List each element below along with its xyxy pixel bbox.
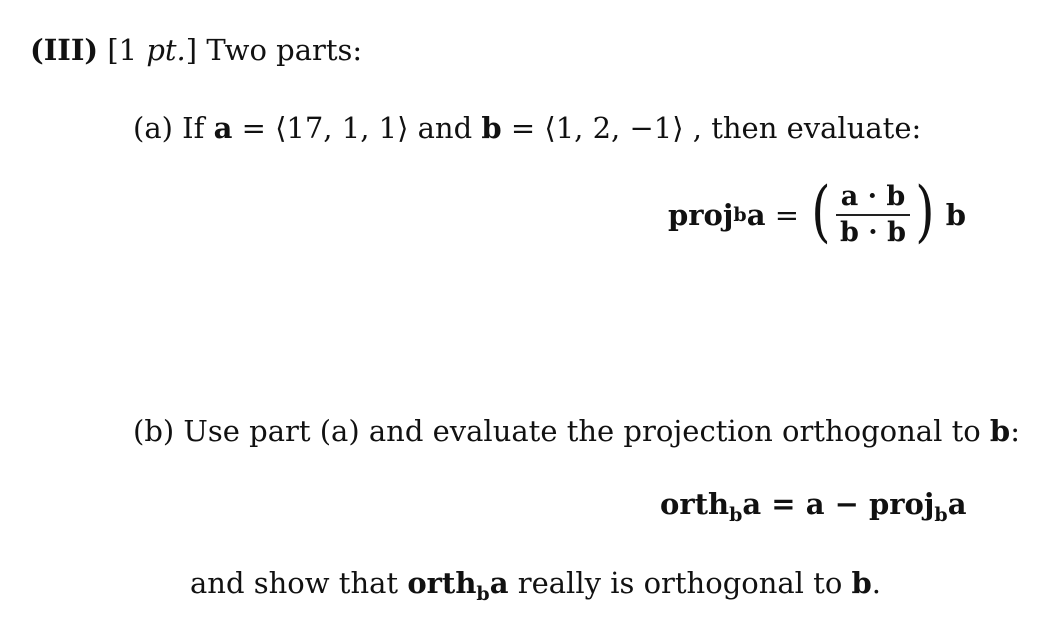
proj-subscript: b	[733, 204, 747, 227]
part-b-statement: (b) Use part (a) and evaluate the projec…	[133, 417, 1020, 446]
proj-vector: a	[746, 198, 766, 233]
problem-title: Two parts:	[197, 33, 363, 67]
problem-heading: (III) [1 pt.] Two parts:	[30, 36, 362, 65]
vector-a-value: = ⟨17, 1, 1⟩	[232, 111, 409, 145]
paren-open: (	[811, 173, 831, 251]
fraction-denominator: b · b	[840, 217, 906, 249]
fraction-numerator: a · b	[840, 181, 906, 212]
part-a-and: and	[408, 111, 482, 145]
problem-number: (III)	[30, 33, 99, 67]
equals-sign: =	[765, 198, 809, 233]
orth-subscript: b	[729, 504, 743, 526]
part-b-text: Use part (a) and evaluate the projection…	[174, 414, 990, 448]
vector-b-value: = ⟨1, 2, −1⟩	[501, 111, 684, 145]
show-text-mid: really is orthogonal to	[508, 566, 852, 600]
proj-vector: a	[947, 487, 967, 521]
vector-b: b	[851, 566, 872, 600]
points-unit: pt.	[146, 33, 186, 67]
vector-a: a	[213, 111, 233, 145]
proj-subscript: b	[934, 504, 948, 526]
orth-operator: orth	[407, 566, 477, 600]
points-open: [1	[107, 33, 147, 67]
proj-operator: proj	[668, 198, 734, 233]
fraction-bar	[836, 214, 910, 217]
orthogonal-formula: orthba = a − projba	[660, 490, 966, 525]
show-statement: and show that orthba really is orthogona…	[190, 569, 881, 604]
show-period: .	[871, 566, 882, 600]
proj-operator: proj	[868, 487, 935, 521]
projection-formula: proj b a = ( a · b b · b ) b	[668, 179, 966, 249]
part-b-colon: :	[1010, 414, 1020, 448]
show-text-start: and show that	[190, 566, 408, 600]
proj-rhs-vector: b	[945, 198, 966, 233]
orth-vector: a	[742, 487, 762, 521]
points-close: ]	[185, 33, 198, 67]
orth-subscript: b	[476, 583, 490, 605]
equals-a-minus: = a −	[761, 487, 869, 521]
part-a-statement: (a) If a = ⟨17, 1, 1⟩ and b = ⟨1, 2, −1⟩…	[133, 114, 921, 143]
vector-b: b	[989, 414, 1011, 448]
part-a-label: (a)	[133, 111, 173, 145]
vector-b: b	[481, 111, 502, 145]
part-a-tail: , then evaluate:	[683, 111, 922, 145]
paren-close: )	[915, 173, 935, 251]
part-b-label: (b)	[133, 414, 175, 448]
part-a-text-if: If	[172, 111, 214, 145]
orth-operator: orth	[660, 487, 730, 521]
orth-vector: a	[489, 566, 509, 600]
fraction: a · b b · b	[836, 181, 910, 249]
